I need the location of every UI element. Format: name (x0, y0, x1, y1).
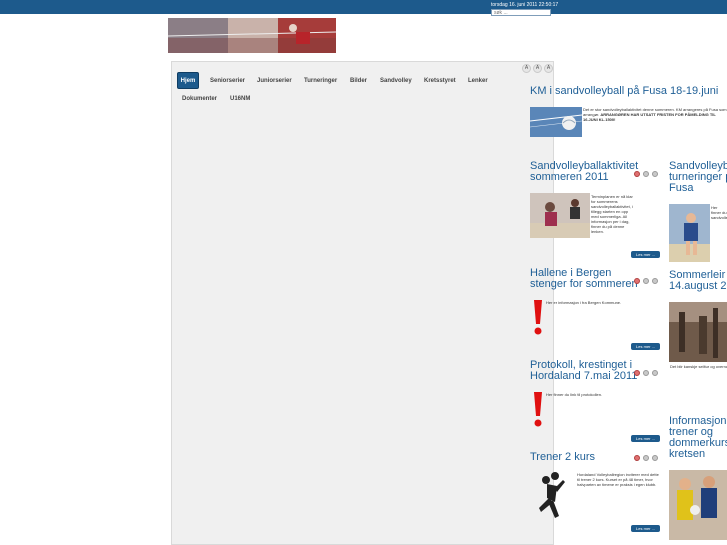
right-article-text-2: Det blir kanskje seiltur og overnatting (670, 364, 727, 369)
nav-kretsstyret[interactable]: Kretsstyret (424, 78, 456, 84)
pdf-icon[interactable] (634, 455, 640, 461)
pdf-icon[interactable] (634, 171, 640, 177)
pdf-icon[interactable] (634, 278, 640, 284)
email-icon[interactable] (652, 171, 658, 177)
font-increase-button[interactable]: A (544, 64, 553, 73)
article-text-4: Hordaland Volleyballregion inviterer med… (577, 472, 659, 487)
top-bar (0, 0, 727, 14)
email-icon[interactable] (652, 455, 658, 461)
exclamation-icon (530, 392, 546, 428)
read-more-button-2[interactable]: Les mer ... (631, 343, 660, 350)
read-more-button-4[interactable]: Les mer ... (631, 525, 660, 532)
article-title-3[interactable]: Protokoll, krestinget i Hordaland 7.mai 2… (530, 360, 637, 382)
content-panel: A A A Hjem Seniorserier Juniorserier Tur… (171, 61, 554, 545)
article-text-3: Her finner du link til protokollen. (546, 392, 603, 397)
right-article-title-1[interactable]: Sandvolleybaturneringer pFusa (669, 161, 727, 194)
featured-title[interactable]: KM i sandvolleyball på Fusa 18-19.juni (530, 86, 718, 97)
volleyball-players-photo (530, 193, 590, 238)
date-time: torsdag 16. juni 2011 22:50:17 (491, 2, 559, 8)
nav-seniorserier[interactable]: Seniorserier (210, 78, 245, 84)
article-tools-2 (634, 278, 658, 284)
print-icon[interactable] (643, 171, 649, 177)
nav-u16nm[interactable]: U16NM (230, 96, 250, 102)
font-reset-button[interactable]: A (533, 64, 542, 73)
volleyball-team-photo (669, 470, 727, 540)
read-more-button-1[interactable]: Les mer ... (631, 251, 660, 258)
article-tools-4 (634, 455, 658, 461)
nav-dokumenter[interactable]: Dokumenter (182, 96, 217, 102)
beach-players-photo (669, 204, 710, 262)
nav-sandvolley[interactable]: Sandvolley (380, 78, 412, 84)
featured-text: Det er stor sandvolleyballaktivitet denn… (583, 107, 727, 122)
nav-hjem[interactable]: Hjem (177, 72, 199, 89)
camp-photo (669, 302, 727, 362)
email-icon[interactable] (652, 370, 658, 376)
article-title-4[interactable]: Trener 2 kurs (530, 452, 595, 463)
right-article-title-2[interactable]: Sommerleir 14.august 20 (669, 270, 727, 292)
read-more-button-3[interactable]: Les mer ... (631, 435, 660, 442)
email-icon[interactable] (652, 278, 658, 284)
article-text-1: Terminplanen er nå klar for sommerens sa… (591, 194, 633, 234)
right-article-text-1: Her finner du sandvolleyballturneringene… (711, 205, 727, 220)
search-input[interactable] (491, 9, 551, 16)
pdf-icon[interactable] (634, 370, 640, 376)
right-article-title-3[interactable]: Informasjon trener og dommerkurs kretsen (669, 416, 727, 460)
exclamation-icon (530, 300, 546, 336)
beach-volleyball-image (530, 107, 582, 137)
font-decrease-button[interactable]: A (522, 64, 531, 73)
nav-juniorserier[interactable]: Juniorserier (257, 78, 292, 84)
article-tools-1 (634, 171, 658, 177)
nav-lenker[interactable]: Lenker (468, 78, 488, 84)
volleyball-player-silhouette (533, 472, 567, 520)
article-title-2[interactable]: Hallene i Bergen stenger for sommeren (530, 268, 638, 290)
print-icon[interactable] (643, 278, 649, 284)
print-icon[interactable] (643, 370, 649, 376)
nav-bilder[interactable]: Bilder (350, 78, 367, 84)
article-tools-3 (634, 370, 658, 376)
article-title-1[interactable]: Sandvolleyballaktivitet sommeren 2011 (530, 161, 638, 183)
nav-turneringer[interactable]: Turneringer (304, 78, 337, 84)
article-text-2: Her er informasjon i fra Bergen Kommune. (546, 300, 622, 305)
print-icon[interactable] (643, 455, 649, 461)
banner-image (168, 18, 336, 53)
